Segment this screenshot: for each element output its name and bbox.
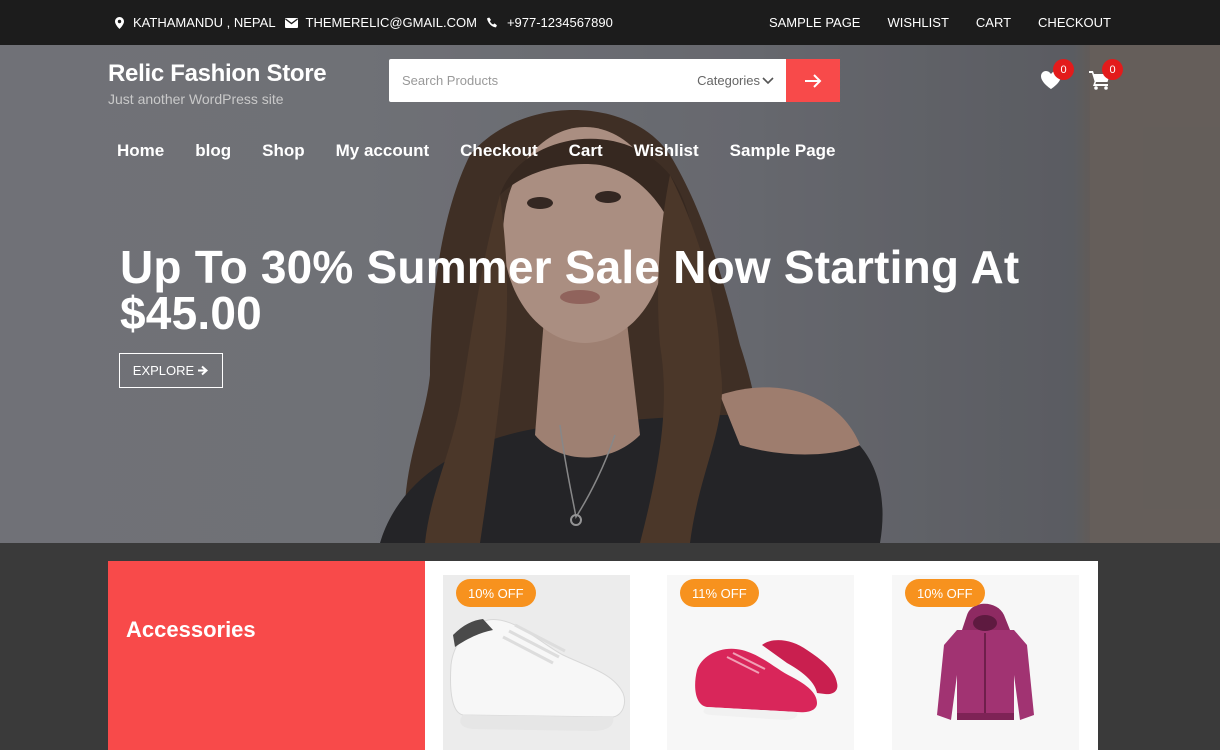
chevron-down-icon <box>762 76 774 85</box>
top-link-checkout[interactable]: CHECKOUT <box>1038 15 1111 30</box>
map-pin-icon <box>112 16 126 30</box>
product-card[interactable]: 10% OFF <box>443 575 630 750</box>
cart-count-badge: 0 <box>1102 59 1123 80</box>
search-box: Categories <box>389 59 786 102</box>
arrow-right-icon <box>198 365 209 376</box>
nav-item-wishlist[interactable]: Wishlist <box>634 141 699 161</box>
top-link-sample-page[interactable]: SAMPLE PAGE <box>769 15 861 30</box>
search-submit-button[interactable] <box>786 59 840 102</box>
header-icons: 0 0 <box>1040 59 1138 91</box>
search-input[interactable] <box>389 59 679 102</box>
explore-button[interactable]: EXPLORE <box>119 353 223 388</box>
wishlist-count-badge: 0 <box>1053 59 1074 80</box>
nav-item-my-account[interactable]: My account <box>336 141 430 161</box>
category-card[interactable]: Accessories <box>108 561 425 750</box>
location-item: KATHAMANDU , NEPAL <box>112 15 276 30</box>
wishlist-button[interactable]: 0 <box>1040 59 1074 91</box>
discount-badge: 11% OFF <box>680 579 759 607</box>
product-grid: 10% OFF 11% OFF 10% OFF <box>425 561 1098 750</box>
phone-text: +977-1234567890 <box>506 15 613 30</box>
top-bar: KATHAMANDU , NEPAL THEMERELIC@GMAIL.COM … <box>0 0 1220 45</box>
cart-button[interactable]: 0 <box>1089 59 1123 91</box>
site-title[interactable]: Relic Fashion Store <box>108 60 327 88</box>
hero-headline: Up To 30% Summer Sale Now Starting At $4… <box>120 241 1020 339</box>
envelope-icon <box>285 16 299 30</box>
nav-item-shop[interactable]: Shop <box>262 141 305 161</box>
category-title: Accessories <box>126 617 256 642</box>
nav-item-checkout[interactable]: Checkout <box>460 141 537 161</box>
contact-info: KATHAMANDU , NEPAL THEMERELIC@GMAIL.COM … <box>112 0 622 45</box>
nav-item-blog[interactable]: blog <box>195 141 231 161</box>
product-search: Categories <box>389 59 840 102</box>
phone-item[interactable]: +977-1234567890 <box>486 15 613 30</box>
category-select-label: Categories <box>697 73 760 88</box>
top-link-cart[interactable]: CART <box>976 15 1011 30</box>
main-navigation: Home blog Shop My account Checkout Cart … <box>117 141 867 161</box>
location-text: KATHAMANDU , NEPAL <box>133 15 276 30</box>
discount-badge: 10% OFF <box>456 579 536 607</box>
discount-badge: 10% OFF <box>905 579 985 607</box>
top-links: SAMPLE PAGE WISHLIST CART CHECKOUT <box>742 0 1111 45</box>
site-branding[interactable]: Relic Fashion Store Just another WordPre… <box>108 60 327 107</box>
nav-item-home[interactable]: Home <box>117 141 164 161</box>
product-card[interactable]: 10% OFF <box>892 575 1079 750</box>
email-item[interactable]: THEMERELIC@GMAIL.COM <box>285 15 477 30</box>
nav-item-cart[interactable]: Cart <box>569 141 603 161</box>
explore-button-label: EXPLORE <box>132 363 195 378</box>
top-link-wishlist[interactable]: WISHLIST <box>887 15 948 30</box>
nav-item-sample-page[interactable]: Sample Page <box>730 141 836 161</box>
product-card[interactable]: 11% OFF <box>667 575 854 750</box>
email-text: THEMERELIC@GMAIL.COM <box>305 15 477 30</box>
phone-icon <box>486 16 500 30</box>
arrow-right-icon <box>804 73 822 88</box>
site-tagline: Just another WordPress site <box>108 91 284 107</box>
category-select[interactable]: Categories <box>697 59 774 102</box>
